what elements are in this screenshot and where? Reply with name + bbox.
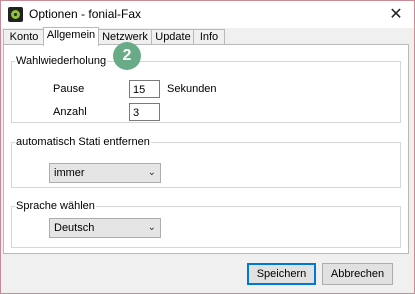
tab-panel-allgemein: Wahlwiederholung Pause 15 Sekunden Anzah… bbox=[3, 44, 409, 254]
status-select-value: immer bbox=[54, 167, 85, 179]
options-window: Optionen - fonial-Fax ✕ Konto Allgemein … bbox=[0, 0, 415, 294]
close-icon[interactable]: ✕ bbox=[383, 5, 409, 25]
tab-update[interactable]: Update bbox=[151, 29, 195, 45]
fonial-fax-icon bbox=[8, 7, 23, 22]
title-bar: Optionen - fonial-Fax ✕ bbox=[1, 1, 414, 28]
redial-legend: Wahlwiederholung bbox=[16, 55, 107, 67]
pause-label: Pause bbox=[53, 83, 85, 95]
pause-input[interactable]: 15 bbox=[129, 80, 160, 98]
window-title: Optionen - fonial-Fax bbox=[29, 7, 142, 21]
count-input[interactable]: 3 bbox=[129, 103, 160, 121]
step-badge: 2 bbox=[113, 42, 141, 70]
language-select-value: Deutsch bbox=[54, 222, 95, 234]
status-legend: automatisch Stati entfernen bbox=[16, 136, 150, 148]
save-button[interactable]: Speichern bbox=[247, 263, 316, 285]
chevron-down-icon: ⌄ bbox=[147, 222, 156, 233]
tab-allgemein[interactable]: Allgemein bbox=[43, 27, 99, 46]
status-select[interactable]: immer ⌄ bbox=[49, 163, 161, 183]
language-legend: Sprache wählen bbox=[16, 200, 95, 212]
pause-unit-label: Sekunden bbox=[167, 83, 217, 95]
chevron-down-icon: ⌄ bbox=[147, 167, 156, 178]
count-label: Anzahl bbox=[53, 106, 87, 118]
language-select[interactable]: Deutsch ⌄ bbox=[49, 218, 161, 238]
tab-konto[interactable]: Konto bbox=[3, 29, 45, 45]
cancel-button[interactable]: Abbrechen bbox=[322, 263, 393, 285]
tab-info[interactable]: Info bbox=[193, 29, 225, 45]
